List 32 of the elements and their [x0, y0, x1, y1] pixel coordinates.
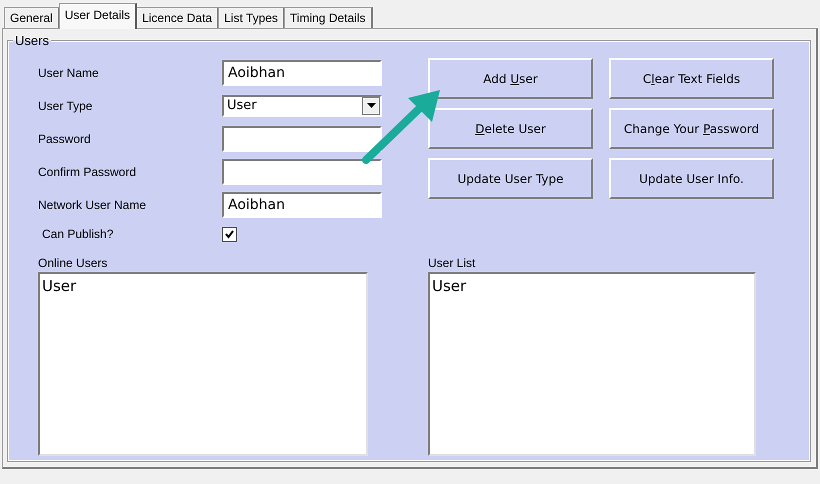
- text-field[interactable]: [222, 158, 382, 184]
- list-title: Online Users: [38, 256, 108, 271]
- field-label: Confirm Password: [38, 164, 138, 178]
- list-item[interactable]: User: [432, 277, 752, 295]
- group-title: Users: [13, 33, 51, 48]
- text-field[interactable]: [222, 126, 382, 152]
- field-label: User Type: [38, 98, 94, 112]
- dropdown[interactable]: User: [222, 94, 382, 116]
- list-box[interactable]: User: [38, 272, 368, 456]
- tab[interactable]: User Details: [58, 3, 138, 29]
- field-label: Network User Name: [38, 198, 148, 212]
- tab[interactable]: General: [4, 7, 60, 28]
- list-item[interactable]: User: [42, 277, 364, 295]
- field-label: Password: [38, 132, 92, 146]
- tab[interactable]: Licence Data: [136, 7, 220, 28]
- list-title: User List: [428, 256, 476, 271]
- caret-icon: [366, 103, 376, 108]
- action-button[interactable]: Change Your Password: [609, 108, 774, 149]
- text-field[interactable]: Aoibhan: [222, 60, 382, 86]
- action-button[interactable]: Update User Type: [428, 158, 593, 199]
- field-label: Can Publish?: [41, 227, 114, 241]
- text-field[interactable]: Aoibhan: [222, 192, 382, 218]
- tab[interactable]: List Types: [218, 7, 285, 28]
- action-button[interactable]: Delete User: [428, 108, 593, 149]
- action-button[interactable]: Add User: [428, 58, 593, 99]
- field-label: User Name: [38, 66, 100, 80]
- dropdown-button[interactable]: [362, 96, 380, 114]
- action-button[interactable]: Clear Text Fields: [609, 58, 774, 99]
- tab[interactable]: Timing Details: [284, 7, 372, 28]
- checkbox[interactable]: [222, 226, 237, 242]
- list-box[interactable]: User: [428, 272, 756, 456]
- action-button[interactable]: Update User Info.: [609, 158, 774, 199]
